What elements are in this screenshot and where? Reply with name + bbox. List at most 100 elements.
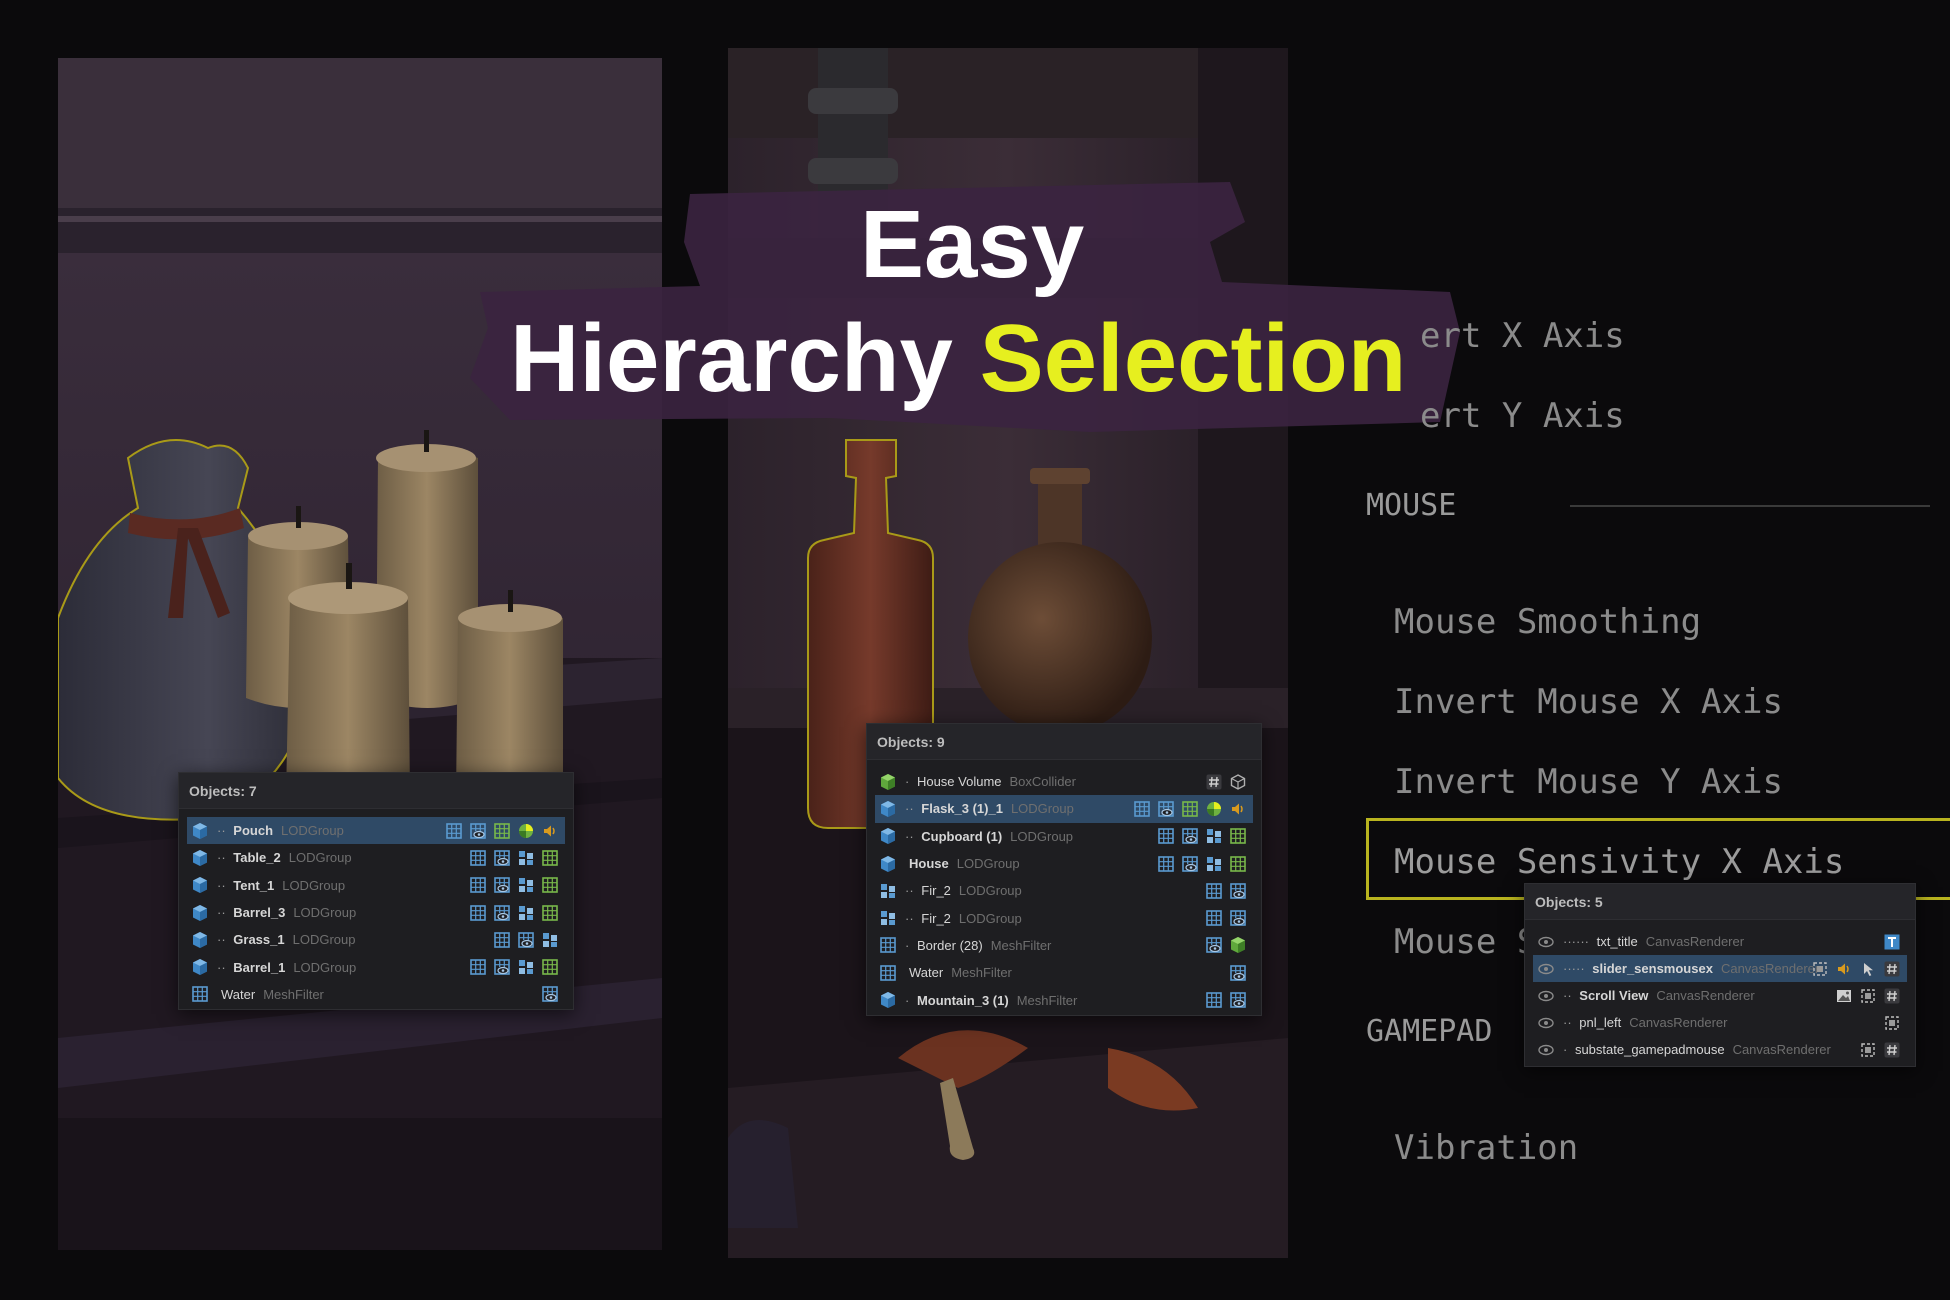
eye-icon[interactable] [1537, 987, 1555, 1005]
mesh-eye-icon[interactable] [517, 931, 535, 949]
prefab-icon[interactable] [517, 849, 535, 867]
prefab-icon[interactable] [1205, 855, 1223, 873]
mesh-grid-icon[interactable] [469, 958, 487, 976]
mesh-eye-icon[interactable] [541, 985, 559, 1003]
hierarchy-row[interactable]: Water MeshFilter [875, 959, 1253, 986]
mesh-eye-icon[interactable] [493, 849, 511, 867]
green-sphere-icon[interactable] [517, 822, 535, 840]
mesh-eye-icon[interactable] [493, 904, 511, 922]
hash-icon[interactable] [1883, 987, 1901, 1005]
mesh-eye-icon[interactable] [1229, 991, 1247, 1009]
green-grid-icon[interactable] [541, 958, 559, 976]
hierarchy-row[interactable]: ·· Pouch LODGroup [187, 817, 565, 845]
green-grid-icon[interactable] [1181, 800, 1199, 818]
green-sphere-icon[interactable] [1205, 800, 1223, 818]
menu-item-mouse-smoothing[interactable]: Mouse Smoothing [1394, 602, 1701, 642]
menu-item-invert-y-partial[interactable]: ert Y Axis [1420, 396, 1625, 436]
prefab-icon[interactable] [1205, 827, 1223, 845]
mesh-grid-icon[interactable] [1157, 827, 1175, 845]
mesh-grid-icon[interactable] [1205, 882, 1223, 900]
mesh-eye-icon[interactable] [493, 876, 511, 894]
mesh-grid-icon[interactable] [1157, 855, 1175, 873]
green-grid-icon[interactable] [541, 849, 559, 867]
image-icon[interactable] [1835, 987, 1853, 1005]
hierarchy-row[interactable]: ·· Barrel_1 LODGroup [187, 953, 565, 980]
mesh-grid-icon[interactable] [469, 904, 487, 922]
hierarchy-depth-prefix: ·· [905, 828, 918, 844]
hierarchy-row[interactable]: Water MeshFilter [187, 981, 565, 1008]
menu-item-mouse-s-partial[interactable]: Mouse S [1394, 922, 1537, 962]
mesh-eye-icon[interactable] [1181, 855, 1199, 873]
eye-icon[interactable] [1537, 1041, 1555, 1059]
audio-icon[interactable] [1835, 960, 1853, 978]
mesh-grid-icon[interactable] [1205, 991, 1223, 1009]
hierarchy-row[interactable]: ······ txt_title CanvasRenderer [1533, 928, 1907, 955]
mesh-grid-icon[interactable] [469, 876, 487, 894]
hierarchy-row[interactable]: · Border (28) MeshFilter [875, 932, 1253, 959]
hierarchy-row[interactable]: ·· Scroll View CanvasRenderer [1533, 982, 1907, 1009]
rect-icon[interactable] [1859, 1041, 1877, 1059]
eye-icon[interactable] [1537, 1014, 1555, 1032]
green-grid-icon[interactable] [1229, 855, 1247, 873]
mesh-eye-icon[interactable] [1205, 936, 1223, 954]
rect-icon[interactable] [1859, 987, 1877, 1005]
hierarchy-row[interactable]: ·· Table_2 LODGroup [187, 844, 565, 871]
green-grid-icon[interactable] [541, 904, 559, 922]
hierarchy-row[interactable]: House LODGroup [875, 850, 1253, 877]
hierarchy-row[interactable]: ·· Fir_2 LODGroup [875, 877, 1253, 904]
mesh-eye-icon[interactable] [1229, 909, 1247, 927]
mesh-grid-icon[interactable] [493, 931, 511, 949]
hierarchy-row[interactable]: ·· Cupboard (1) LODGroup [875, 823, 1253, 850]
hierarchy-row[interactable]: ·· Tent_1 LODGroup [187, 872, 565, 899]
mesh-grid-icon[interactable] [1205, 909, 1223, 927]
hierarchy-row[interactable]: ·· pnl_left CanvasRenderer [1533, 1009, 1907, 1036]
hierarchy-row[interactable]: · House Volume BoxCollider [875, 768, 1253, 795]
eye-icon[interactable] [1537, 960, 1555, 978]
cursor-icon[interactable] [1859, 960, 1877, 978]
prefab-icon[interactable] [541, 931, 559, 949]
prefab-icon[interactable] [517, 904, 535, 922]
menu-item-invert-x-partial[interactable]: ert X Axis [1420, 316, 1625, 356]
mesh-grid-icon[interactable] [469, 849, 487, 867]
menu-item-invert-mouse-x[interactable]: Invert Mouse X Axis [1394, 682, 1783, 722]
rect-icon[interactable] [1811, 960, 1829, 978]
mesh-eye-icon[interactable] [469, 822, 487, 840]
hash-icon[interactable] [1883, 960, 1901, 978]
hierarchy-rows: ·· Pouch LODGroup ·· Table_2 LODGroup ·· Ten… [179, 809, 573, 1014]
prefab-icon [879, 909, 897, 927]
menu-item-invert-mouse-y[interactable]: Invert Mouse Y Axis [1394, 762, 1783, 802]
mesh-eye-icon[interactable] [1229, 882, 1247, 900]
green-cube-icon[interactable] [1229, 936, 1247, 954]
eye-icon[interactable] [1537, 933, 1555, 951]
hierarchy-object-name: House Volume [916, 774, 1002, 790]
hierarchy-row[interactable]: ·· Barrel_3 LODGroup [187, 899, 565, 926]
green-grid-icon[interactable] [541, 876, 559, 894]
menu-item-mouse-sensivity-x[interactable]: Mouse Sensivity X Axis [1394, 842, 1844, 882]
mesh-eye-icon[interactable] [1229, 964, 1247, 982]
green-grid-icon[interactable] [1229, 827, 1247, 845]
hash-icon[interactable] [1205, 773, 1223, 791]
mesh-eye-icon[interactable] [493, 958, 511, 976]
mesh-eye-icon[interactable] [1181, 827, 1199, 845]
hierarchy-row[interactable]: ····· slider_sensmousex CanvasRenderer [1533, 955, 1907, 982]
prefab-icon[interactable] [517, 958, 535, 976]
audio-icon[interactable] [1229, 800, 1247, 818]
prefab-icon[interactable] [517, 876, 535, 894]
box-collider-icon[interactable] [1229, 773, 1247, 791]
mesh-grid-icon[interactable] [1133, 800, 1151, 818]
hierarchy-row[interactable]: · Mountain_3 (1) MeshFilter [875, 986, 1253, 1013]
mesh-eye-icon[interactable] [1157, 800, 1175, 818]
text-icon[interactable] [1883, 933, 1901, 951]
mesh-grid-icon[interactable] [445, 822, 463, 840]
hierarchy-row[interactable]: ·· Flask_3 (1)_1 LODGroup [875, 795, 1253, 823]
audio-icon[interactable] [541, 822, 559, 840]
green-grid-icon[interactable] [493, 822, 511, 840]
rect-icon[interactable] [1883, 1014, 1901, 1032]
hierarchy-row[interactable]: ·· Grass_1 LODGroup [187, 926, 565, 953]
hierarchy-row[interactable]: ·· Fir_2 LODGroup [875, 904, 1253, 931]
title-line-1: Easy [860, 191, 1085, 298]
hierarchy-row[interactable]: · substate_gamepadmouse CanvasRenderer [1533, 1036, 1907, 1063]
hash-icon[interactable] [1883, 1041, 1901, 1059]
menu-item-vibration[interactable]: Vibration [1394, 1128, 1578, 1168]
hierarchy-depth-prefix: · [905, 937, 913, 953]
